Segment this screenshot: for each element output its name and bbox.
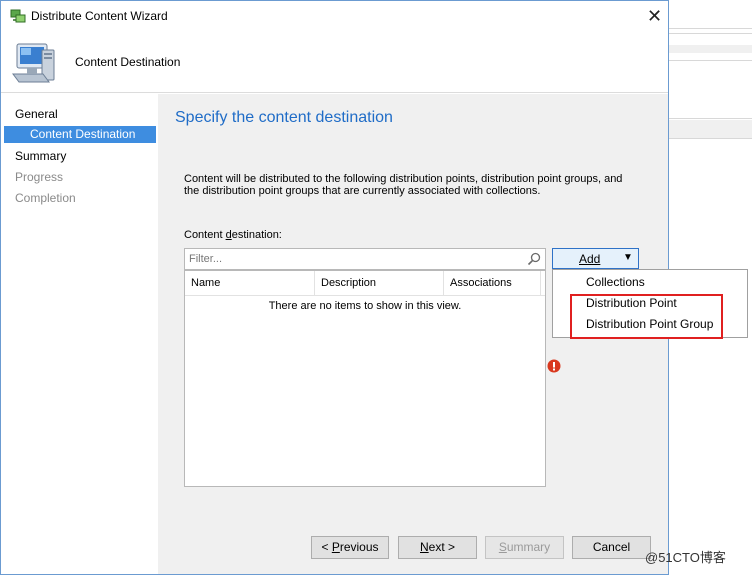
column-header-associations[interactable]: Associations bbox=[444, 271, 541, 296]
wizard-header: Content Destination bbox=[1, 32, 668, 93]
page-description: Content will be distributed to the follo… bbox=[184, 173, 623, 197]
error-icon bbox=[547, 359, 561, 373]
wizard-nav: General Content Destination Summary Prog… bbox=[1, 94, 158, 574]
empty-list-message: There are no items to show in this view. bbox=[268, 300, 462, 312]
column-header-description[interactable]: Description bbox=[315, 271, 444, 296]
summary-button: Summary bbox=[485, 536, 564, 559]
dropdown-arrow-icon: ▼ bbox=[623, 252, 633, 263]
column-header-name[interactable]: Name bbox=[185, 271, 315, 296]
add-dropdown-menu: Collections Distribution Point Distribut… bbox=[552, 269, 748, 339]
add-button[interactable]: Add ▼ bbox=[552, 248, 639, 269]
nav-item-summary[interactable]: Summary bbox=[15, 149, 66, 163]
close-icon: ✕ bbox=[646, 6, 663, 26]
title-bar: Distribute Content Wizard ✕ bbox=[1, 1, 668, 32]
add-button-label: Add bbox=[579, 252, 601, 266]
destination-list[interactable]: Name Description Associations There are … bbox=[184, 270, 546, 487]
previous-button[interactable]: < Previous bbox=[311, 536, 389, 559]
search-icon[interactable] bbox=[527, 252, 541, 266]
wizard-app-icon bbox=[10, 9, 26, 23]
filter-box bbox=[184, 248, 546, 270]
cancel-button[interactable]: Cancel bbox=[572, 536, 651, 559]
menu-item-collections[interactable]: Collections bbox=[586, 275, 645, 289]
next-button[interactable]: Next > bbox=[398, 536, 477, 559]
list-header: Name Description Associations bbox=[185, 271, 545, 296]
header-title: Content Destination bbox=[75, 55, 181, 69]
close-button[interactable]: ✕ bbox=[641, 3, 668, 29]
window-title: Distribute Content Wizard bbox=[31, 9, 168, 23]
computer-icon bbox=[12, 43, 55, 83]
nav-item-progress: Progress bbox=[15, 170, 64, 184]
nav-item-content-destination[interactable]: Content Destination bbox=[4, 126, 156, 143]
watermark: @51CTO博客 bbox=[645, 550, 726, 565]
content-destination-label: Content destination: bbox=[184, 229, 282, 241]
wizard-window: Distribute Content Wizard ✕ Content Dest… bbox=[0, 0, 748, 575]
filter-input[interactable] bbox=[185, 249, 515, 269]
nav-item-general[interactable]: General bbox=[15, 107, 58, 121]
highlight-annotation-box bbox=[570, 294, 723, 339]
nav-item-completion: Completion bbox=[15, 191, 76, 205]
page-heading: Specify the content destination bbox=[175, 109, 393, 126]
wizard-content: Specify the content destination Content … bbox=[158, 94, 748, 574]
